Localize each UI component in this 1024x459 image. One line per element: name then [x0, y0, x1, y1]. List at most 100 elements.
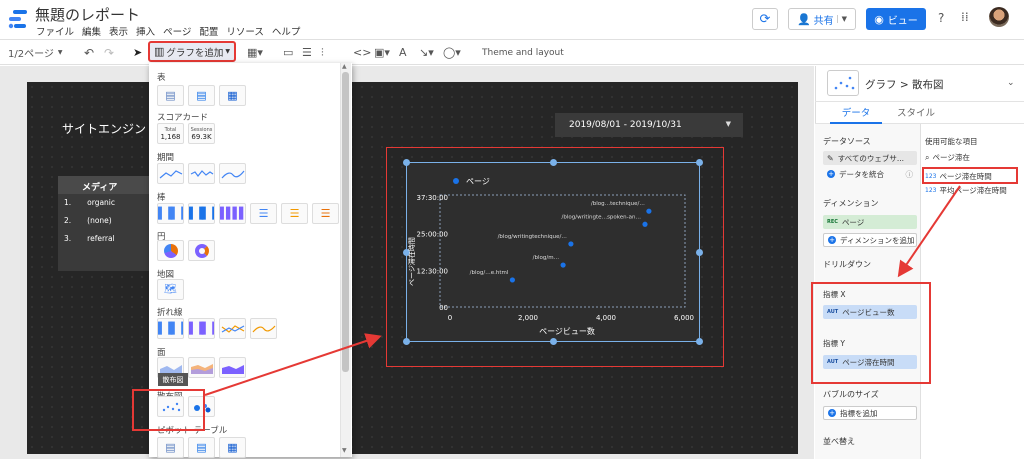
scatter-point[interactable] — [642, 221, 648, 227]
scroll-up-icon[interactable]: ▲ — [342, 63, 347, 70]
menu-resource[interactable]: リソース — [226, 24, 264, 38]
stacked-area-option[interactable] — [188, 357, 215, 378]
combo-chart-option[interactable]: ▌▐▌▐ — [157, 318, 184, 339]
geo-row: 🗺 — [157, 279, 184, 300]
x-axis-label: ページビュー数 — [539, 326, 595, 336]
redo-icon[interactable]: ↷ — [104, 45, 114, 60]
table-bars-chart-option[interactable]: ▤ — [188, 85, 215, 106]
scatter-plot: ページ ページ滞在時間 ページビュー数 0 2,000 4,000 6,000 00 1… — [407, 177, 694, 336]
data-control-icon[interactable]: ⫶ — [321, 45, 324, 60]
report-heading[interactable]: サイトエンジン — [62, 120, 146, 137]
menu-edit[interactable]: 編集 — [82, 24, 101, 38]
undo-icon[interactable]: ↶ — [84, 45, 94, 60]
image-icon[interactable]: ▣▾ — [374, 45, 390, 60]
bar-chart-option[interactable]: ☰ — [250, 203, 277, 224]
smooth-line-option[interactable] — [250, 318, 277, 339]
donut-chart-option[interactable] — [188, 240, 215, 261]
pivot-table-option[interactable]: ▤ — [157, 437, 184, 458]
sparkline-option[interactable] — [188, 163, 215, 184]
menu-view[interactable]: 表示 — [109, 24, 128, 38]
menu-insert[interactable]: 挿入 — [136, 24, 155, 38]
dropdown-scroll-thumb[interactable] — [342, 72, 349, 372]
stacked-bar-option[interactable]: ☰ — [281, 203, 308, 224]
shape-icon[interactable]: ◯▾ — [443, 45, 461, 60]
number-tag: 123 — [925, 187, 937, 194]
available-fields-label: 使用可能な項目 — [925, 137, 978, 146]
smooth-timeseries-icon — [221, 170, 244, 178]
page-selector[interactable]: 1/2ページ ▼ — [8, 45, 63, 60]
pie-chart-option[interactable] — [157, 240, 184, 261]
y-tick-label: 00 — [439, 304, 448, 312]
view-button[interactable]: ◉ ビュー — [866, 8, 926, 30]
share-button[interactable]: 👤 共有 ▼ — [788, 8, 856, 30]
scroll-down-icon[interactable]: ▼ — [342, 447, 347, 454]
search-icon: ⌕ — [925, 152, 930, 162]
menu-bar: ファイル 編集 表示 挿入 ページ 配置 リソース ヘルプ — [36, 24, 300, 38]
scatter-point[interactable] — [560, 262, 566, 268]
table-heatmap-chart-option[interactable]: ▦ — [219, 85, 246, 106]
percent-column-option[interactable]: ▌▌▌▌ — [219, 203, 246, 224]
y-tick-label: 12:30:00 — [417, 267, 448, 275]
chevron-down-icon[interactable]: ⌄ — [1007, 78, 1015, 88]
report-title-input[interactable]: 無題のレポート — [35, 4, 140, 25]
timeseries-row — [157, 163, 246, 184]
embed-code-icon[interactable]: <> — [353, 45, 371, 60]
menu-help[interactable]: ヘルプ — [272, 24, 301, 38]
add-circle-icon: + — [828, 409, 836, 417]
theme-layout-button[interactable]: Theme and layout — [482, 45, 564, 60]
section-line-label: 折れ線 — [157, 308, 183, 318]
geo-map-option[interactable]: 🗺 — [157, 279, 184, 300]
stacked-column-option[interactable]: ▌▐▌▐ — [188, 203, 215, 224]
timeseries-option[interactable] — [157, 163, 184, 184]
menu-arrange[interactable]: 配置 — [199, 24, 218, 38]
pivot-heatmap-option[interactable]: ▦ — [219, 437, 246, 458]
chart-type-selector[interactable] — [827, 70, 859, 96]
medium-table[interactable]: メディア 1. organic 2. (none) 3. referral — [58, 176, 154, 271]
menu-page[interactable]: ページ — [163, 24, 191, 38]
apps-grid-icon[interactable]: ⁞⁞ — [961, 10, 969, 24]
help-icon[interactable]: ⓘ — [906, 169, 914, 180]
data-studio-logo-icon[interactable] — [8, 8, 28, 30]
smooth-timeseries-option[interactable] — [219, 163, 246, 184]
row-value: organic — [87, 198, 116, 207]
scatter-point[interactable] — [646, 208, 652, 214]
field-item[interactable]: 123 平均ページ滞在時間 — [925, 185, 1007, 196]
date-range-icon[interactable]: ▭ — [283, 45, 293, 60]
column-chart-option[interactable]: ▌▐▌▐ — [157, 203, 184, 224]
add-metric-button[interactable]: + 指標を追加 — [823, 406, 917, 420]
world-map-icon: 🗺 — [164, 284, 177, 295]
table-chart-option[interactable]: ▤ — [157, 85, 184, 106]
menu-file[interactable]: ファイル — [36, 24, 74, 38]
percent-bar-option[interactable]: ☰ — [312, 203, 339, 224]
tab-data[interactable]: データ — [830, 105, 882, 124]
combo-stacked-option[interactable]: ▌▐▌▐ — [188, 318, 215, 339]
legend-label: ページ — [466, 177, 490, 186]
table-header[interactable]: メディア — [58, 176, 154, 194]
pivot-bars-option[interactable]: ▤ — [188, 437, 215, 458]
line-icon[interactable]: ↘▾ — [419, 45, 434, 60]
add-control-icon[interactable]: ▦▾ — [247, 45, 263, 60]
refresh-button[interactable]: ⟳ — [752, 8, 778, 30]
data-source-chip[interactable]: ✎ すべてのウェブサ... — [823, 151, 917, 165]
help-icon[interactable]: ? — [938, 11, 944, 25]
blend-data-button[interactable]: + データを統合 ⓘ — [823, 167, 917, 181]
scorecard-compact-option[interactable]: Sessions 69.3K — [188, 123, 215, 144]
pivot-bars-icon: ▤ — [196, 441, 207, 454]
select-cursor-icon[interactable]: ➤ — [133, 45, 142, 60]
dimension-chip[interactable]: REC ページ — [823, 215, 917, 229]
percent-area-option[interactable] — [219, 357, 246, 378]
scatter-point[interactable] — [509, 277, 515, 283]
scatter-point[interactable] — [568, 241, 574, 247]
field-search-input[interactable]: ⌕ ページ滞在 — [925, 152, 970, 163]
text-icon[interactable]: A — [399, 45, 407, 60]
filter-control-icon[interactable]: ☰ — [302, 45, 312, 60]
tab-style[interactable]: スタイル — [890, 105, 942, 119]
add-dimension-button[interactable]: + ディメンションを追加 — [823, 233, 917, 247]
avatar[interactable] — [989, 7, 1009, 27]
line-chart-option[interactable] — [219, 318, 246, 339]
scorecard-option[interactable]: Total 1,168 — [157, 123, 184, 144]
date-range-control[interactable]: 2019/08/01 - 2019/10/31 ▼ — [555, 113, 743, 137]
chevron-down-icon: ▼ — [225, 48, 231, 55]
add-chart-button[interactable]: ▥ グラフを追加 ▼ — [148, 41, 236, 62]
point-label: /blog…technique/… — [591, 201, 645, 207]
